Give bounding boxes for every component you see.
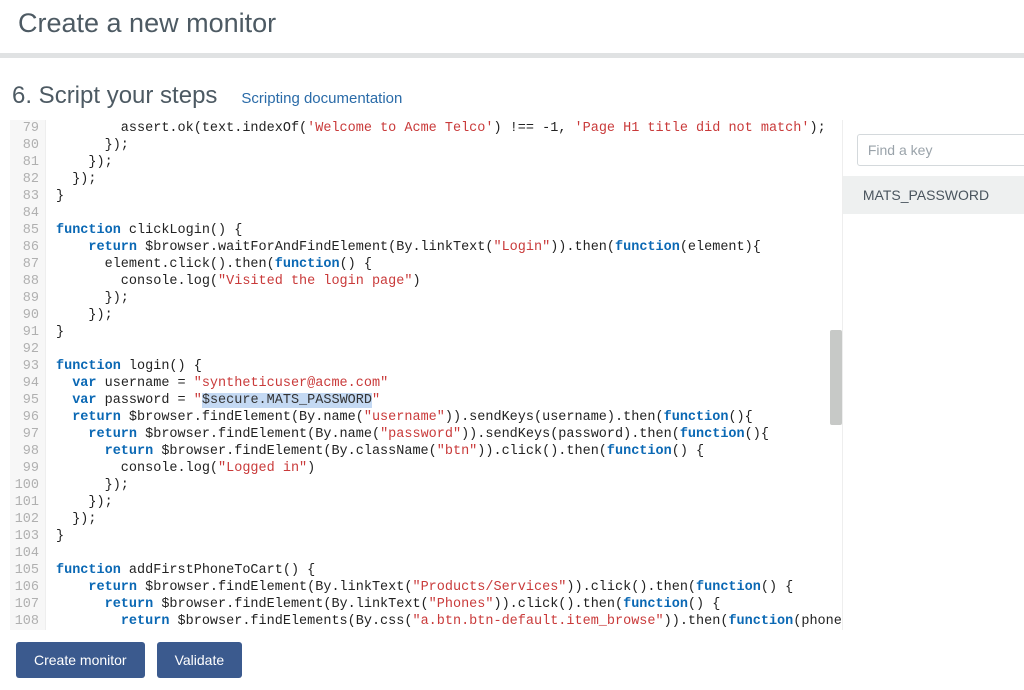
code-line[interactable]: function login() { (56, 358, 842, 375)
code-line[interactable]: }); (56, 511, 842, 528)
code-line[interactable]: assert.ok(text.indexOf('Welcome to Acme … (56, 120, 842, 137)
secure-credentials-panel: MATS_PASSWORD (842, 120, 1024, 630)
code-line[interactable]: }); (56, 307, 842, 324)
line-number: 96 (10, 409, 39, 426)
line-number: 83 (10, 188, 39, 205)
action-bar: Create monitor Validate (0, 630, 1024, 690)
code-line[interactable]: }); (56, 154, 842, 171)
line-number: 98 (10, 443, 39, 460)
find-key-input[interactable] (868, 142, 1024, 158)
code-line[interactable]: return $browser.findElement(By.name("use… (56, 409, 842, 426)
line-number: 81 (10, 154, 39, 171)
code-line[interactable]: function addFirstPhoneToCart() { (56, 562, 842, 579)
line-number: 95 (10, 392, 39, 409)
line-number: 100 (10, 477, 39, 494)
code-line[interactable]: return $browser.findElement(By.linkText(… (56, 596, 842, 613)
code-line[interactable]: console.log("Visited the login page") (56, 273, 842, 290)
line-number: 105 (10, 562, 39, 579)
code-line[interactable]: console.log("Logged in") (56, 460, 842, 477)
code-line[interactable]: }); (56, 290, 842, 307)
validate-button[interactable]: Validate (157, 642, 243, 678)
line-number: 93 (10, 358, 39, 375)
line-number: 79 (10, 120, 39, 137)
line-number: 99 (10, 460, 39, 477)
line-number: 88 (10, 273, 39, 290)
code-line[interactable]: }); (56, 477, 842, 494)
code-line[interactable]: return $browser.findElements(By.css("a.b… (56, 613, 842, 630)
line-number: 94 (10, 375, 39, 392)
scripting-docs-link[interactable]: Scripting documentation (241, 90, 402, 107)
code-line[interactable]: }); (56, 494, 842, 511)
code-line[interactable]: } (56, 188, 842, 205)
line-number: 87 (10, 256, 39, 273)
code-line[interactable]: var username = "syntheticuser@acme.com" (56, 375, 842, 392)
code-line[interactable]: }); (56, 171, 842, 188)
line-number: 102 (10, 511, 39, 528)
line-number: 106 (10, 579, 39, 596)
section-header: 6. Script your steps Scripting documenta… (0, 58, 1024, 120)
line-number: 104 (10, 545, 39, 562)
code-line[interactable] (56, 545, 842, 562)
code-line[interactable]: return $browser.findElement(By.name("pas… (56, 426, 842, 443)
line-number: 90 (10, 307, 39, 324)
code-line[interactable] (56, 341, 842, 358)
editor-scrollbar[interactable] (830, 330, 842, 425)
secure-key-item[interactable]: MATS_PASSWORD (843, 176, 1024, 214)
code-line[interactable]: }); (56, 137, 842, 154)
line-number: 103 (10, 528, 39, 545)
code-line[interactable]: element.click().then(function() { (56, 256, 842, 273)
page-title: Create a new monitor (18, 8, 1006, 39)
code-line[interactable]: } (56, 528, 842, 545)
code-line[interactable] (56, 205, 842, 222)
find-key-search[interactable] (857, 134, 1024, 166)
code-line[interactable]: var password = "$secure.MATS_PASSWORD" (56, 392, 842, 409)
section-title: 6. Script your steps (12, 82, 217, 110)
code-line[interactable]: return $browser.waitForAndFindElement(By… (56, 239, 842, 256)
line-number: 84 (10, 205, 39, 222)
line-number: 107 (10, 596, 39, 613)
line-number: 86 (10, 239, 39, 256)
code-editor[interactable]: 7980818283848586878889909192939495969798… (10, 120, 842, 630)
line-number: 108 (10, 613, 39, 630)
create-monitor-button[interactable]: Create monitor (16, 642, 145, 678)
code-line[interactable]: return $browser.findElement(By.className… (56, 443, 842, 460)
page-header: Create a new monitor (0, 0, 1024, 58)
line-number: 92 (10, 341, 39, 358)
line-number: 80 (10, 137, 39, 154)
line-number: 89 (10, 290, 39, 307)
code-line[interactable]: function clickLogin() { (56, 222, 842, 239)
line-number: 101 (10, 494, 39, 511)
line-number: 82 (10, 171, 39, 188)
line-number: 85 (10, 222, 39, 239)
code-line[interactable]: } (56, 324, 842, 341)
code-line[interactable]: return $browser.findElement(By.linkText(… (56, 579, 842, 596)
line-number: 91 (10, 324, 39, 341)
line-number: 97 (10, 426, 39, 443)
